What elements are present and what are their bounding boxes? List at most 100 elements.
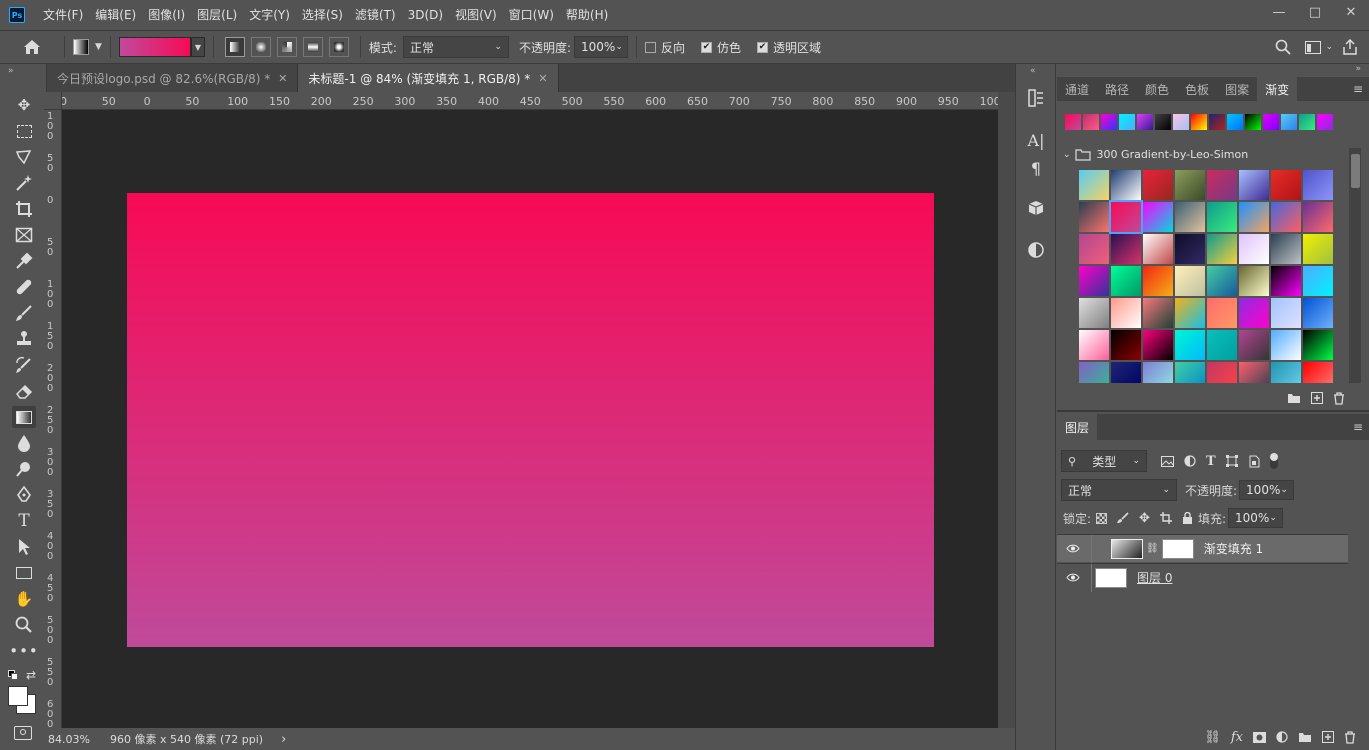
recent-gradient-swatch[interactable] xyxy=(1191,114,1207,130)
tab-gradients[interactable]: 渐变 xyxy=(1257,77,1298,101)
blend-mode-dropdown[interactable]: 正常 ⌄ xyxy=(1061,479,1177,501)
filter-adjustment-button[interactable] xyxy=(1184,455,1196,467)
gradient-swatch[interactable] xyxy=(1207,234,1237,264)
transparency-checkbox[interactable]: ✔ 透明区域 xyxy=(757,39,821,56)
lock-pixels-button[interactable] xyxy=(1117,512,1129,524)
gradient-swatch[interactable] xyxy=(1143,234,1173,264)
gradient-swatch[interactable] xyxy=(1271,330,1301,360)
vertical-ruler[interactable]: 100 50 0 50 100 150 200 250 300 350 400 450 500 550 60… xyxy=(44,110,62,728)
filter-smart-object-button[interactable] xyxy=(1248,455,1260,468)
recent-gradient-swatch[interactable] xyxy=(1299,114,1315,130)
mask-thumbnail[interactable] xyxy=(1161,538,1194,559)
recent-gradient-swatch[interactable] xyxy=(1119,114,1135,130)
adjustments-panel-button[interactable] xyxy=(1026,240,1046,260)
menu-edit[interactable]: 编辑(E) xyxy=(89,0,142,30)
gradient-swatch[interactable] xyxy=(1079,362,1109,383)
gradient-swatch[interactable] xyxy=(1111,234,1141,264)
gradient-swatch[interactable] xyxy=(1239,202,1269,232)
gradient-swatch[interactable] xyxy=(1175,234,1205,264)
dither-checkbox[interactable]: ✔ 仿色 xyxy=(701,39,741,56)
gradient-swatch[interactable] xyxy=(1111,266,1141,296)
tab-layers[interactable]: 图层 xyxy=(1057,414,1098,440)
recent-gradient-swatch[interactable] xyxy=(1317,114,1333,130)
panel-menu-icon[interactable]: ≡ xyxy=(1347,414,1369,440)
gradient-swatch[interactable] xyxy=(1079,330,1109,360)
gradient-swatch[interactable] xyxy=(1143,170,1173,200)
gradient-swatch[interactable] xyxy=(1303,266,1333,296)
tab-channels[interactable]: 通道 xyxy=(1057,77,1097,101)
magic-wand-tool[interactable] xyxy=(12,172,36,194)
menu-window[interactable]: 窗口(W) xyxy=(503,0,560,30)
reverse-checkbox[interactable]: 反向 xyxy=(645,39,685,56)
new-gradient-button[interactable] xyxy=(1311,392,1323,404)
dodge-tool[interactable] xyxy=(12,458,36,480)
character-panel-button[interactable]: A| xyxy=(1026,130,1046,150)
angle-gradient-button[interactable] xyxy=(276,37,297,57)
eye-icon[interactable] xyxy=(1065,541,1081,557)
gradient-preview[interactable] xyxy=(118,37,191,57)
gradient-swatch[interactable] xyxy=(1239,362,1269,383)
menu-select[interactable]: 选择(S) xyxy=(296,0,349,30)
gradient-swatch[interactable] xyxy=(1271,362,1301,383)
brush-tool[interactable] xyxy=(12,302,36,324)
link-layers-button[interactable]: ⛓ xyxy=(1204,730,1221,745)
new-adjustment-button[interactable] xyxy=(1276,731,1288,743)
gradient-swatch[interactable] xyxy=(1271,234,1301,264)
menu-layer[interactable]: 图层(L) xyxy=(191,0,243,30)
panel-menu-icon[interactable]: ≡ xyxy=(1347,77,1369,101)
opacity-field[interactable]: 100% ⌄ xyxy=(574,36,629,58)
menu-view[interactable]: 视图(V) xyxy=(449,0,503,30)
home-button[interactable] xyxy=(0,39,64,55)
gradient-swatch[interactable] xyxy=(1175,266,1205,296)
gradient-swatch[interactable] xyxy=(1207,298,1237,328)
filter-toggle[interactable] xyxy=(1269,453,1278,469)
gradient-swatch[interactable] xyxy=(1303,298,1333,328)
gradient-swatch[interactable] xyxy=(1079,298,1109,328)
gradient-swatch[interactable] xyxy=(1239,266,1269,296)
menu-file[interactable]: 文件(F) xyxy=(37,0,89,30)
gradient-swatch[interactable] xyxy=(1303,234,1333,264)
tab-document-2[interactable]: 未标题-1 @ 84% (渐变填充 1, RGB/8) * ✕ xyxy=(298,64,559,92)
eraser-tool[interactable] xyxy=(12,380,36,402)
filter-shape-button[interactable] xyxy=(1225,455,1238,467)
menu-help[interactable]: 帮助(H) xyxy=(560,0,614,30)
recent-gradient-swatch[interactable] xyxy=(1155,114,1171,130)
chevron-down-icon[interactable]: ⌄ xyxy=(1063,150,1071,160)
paragraph-panel-button[interactable]: ¶ xyxy=(1026,158,1046,178)
filter-pixel-button[interactable] xyxy=(1161,455,1174,467)
tab-document-1[interactable]: 今日预设logo.psd @ 82.6%(RGB/8) * ✕ xyxy=(47,64,299,92)
status-menu-arrow[interactable]: › xyxy=(281,732,286,747)
gradient-swatch[interactable] xyxy=(1111,330,1141,360)
gradient-swatch[interactable] xyxy=(1207,266,1237,296)
gradient-swatch[interactable] xyxy=(1239,330,1269,360)
gradient-swatch[interactable] xyxy=(1079,202,1109,232)
close-button[interactable]: ✕ xyxy=(1333,0,1369,24)
gradient-swatch[interactable] xyxy=(1175,170,1205,200)
gradient-swatch[interactable] xyxy=(1303,330,1333,360)
quick-mask-icon[interactable] xyxy=(14,726,32,740)
gradient-swatch[interactable] xyxy=(1207,170,1237,200)
lasso-tool[interactable] xyxy=(12,146,36,168)
hand-tool[interactable]: ✋ xyxy=(12,588,36,610)
close-icon[interactable]: ✕ xyxy=(278,72,287,85)
gradient-swatch[interactable] xyxy=(1175,362,1205,383)
diamond-gradient-button[interactable] xyxy=(328,37,349,57)
scroll-thumb[interactable] xyxy=(1351,154,1360,188)
gradient-swatch[interactable] xyxy=(1271,170,1301,200)
gradient-swatch[interactable] xyxy=(1111,298,1141,328)
linear-gradient-button[interactable] xyxy=(224,37,245,57)
close-icon[interactable]: ✕ xyxy=(538,72,547,85)
menu-filter[interactable]: 滤镜(T) xyxy=(349,0,402,30)
gradient-swatch[interactable] xyxy=(1239,234,1269,264)
gradient-swatch[interactable] xyxy=(1175,202,1205,232)
gradient-swatch[interactable] xyxy=(1111,170,1141,200)
recent-gradient-swatch[interactable] xyxy=(1101,114,1117,130)
tool-preset-picker[interactable]: ▼ xyxy=(73,39,102,55)
link-icon[interactable]: ⛓ xyxy=(1146,543,1159,554)
blur-tool[interactable] xyxy=(12,432,36,454)
layer-style-button[interactable]: fx xyxy=(1231,730,1243,745)
rectangle-tool[interactable] xyxy=(12,562,36,584)
gradient-swatch[interactable] xyxy=(1079,170,1109,200)
delete-layer-button[interactable] xyxy=(1344,730,1356,744)
eye-icon[interactable] xyxy=(1065,570,1081,586)
